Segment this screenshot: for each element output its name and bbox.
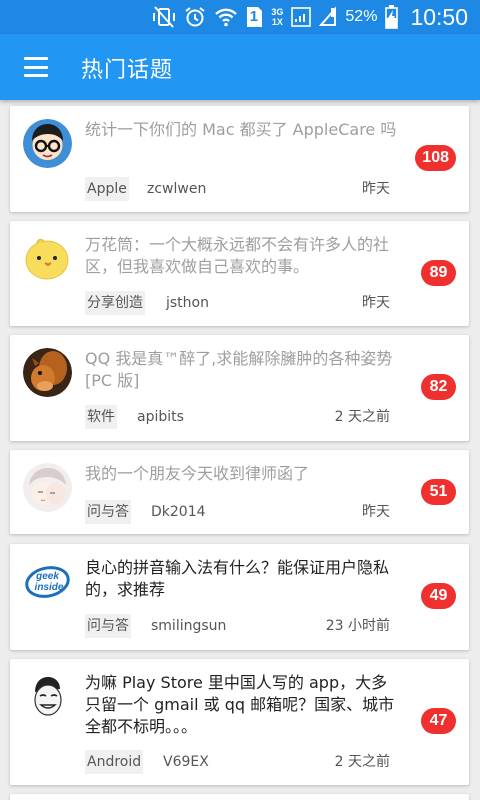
- topic-card[interactable]: geek inside 良心的拼音输入法有什么？能保证用户隐私的，求推荐 问与答 …: [10, 544, 469, 650]
- signal-icon: [291, 6, 312, 28]
- topic-meta: 问与答 Dk2014 昨天: [85, 500, 390, 524]
- topic-title[interactable]: QQ 我是真™醉了,求能解除臃肿的各种姿势[PC 版]: [85, 348, 403, 392]
- yellow-chick-avatar[interactable]: [23, 234, 72, 283]
- author-name[interactable]: Dk2014: [151, 500, 206, 524]
- topic-card[interactable]: [10, 794, 469, 800]
- status-icons: 1 3G 1X 52% 10:50: [152, 3, 468, 31]
- topic-meta: 分享创造 jsthon 昨天: [85, 291, 390, 315]
- topic-card[interactable]: QQ 我是真™醉了,求能解除臃肿的各种姿势[PC 版] 软件 apibits 2…: [10, 335, 469, 441]
- reply-count-badge: 108: [415, 145, 456, 171]
- post-time: 昨天: [362, 295, 390, 311]
- status-time: 10:50: [410, 3, 468, 30]
- reply-count-badge: 89: [421, 260, 456, 286]
- wifi-icon: [214, 6, 238, 28]
- network-type-bottom: 1X: [271, 17, 283, 27]
- reply-count-badge: 47: [421, 708, 456, 734]
- squirrel-avatar[interactable]: [23, 348, 72, 397]
- page-title: 热门话题: [81, 58, 174, 83]
- glasses-avatar[interactable]: [23, 119, 72, 168]
- svg-text:inside: inside: [35, 582, 64, 593]
- reply-count-badge: 49: [421, 583, 456, 609]
- topic-meta: Android V69EX 2 天之前: [85, 750, 390, 774]
- status-bar: 1 3G 1X 52% 10:50: [0, 0, 480, 34]
- sim-icon: 1: [246, 6, 263, 28]
- topic-card[interactable]: 统计一下你们的 Mac 都买了 AppleCare 吗 Apple zcwlwe…: [10, 106, 469, 212]
- hamburger-menu-icon[interactable]: [22, 55, 50, 79]
- topic-title[interactable]: 统计一下你们的 Mac 都买了 AppleCare 吗: [85, 119, 403, 141]
- battery-charging-icon: [385, 5, 399, 29]
- sim-slot-number: 1: [249, 8, 259, 25]
- topic-card[interactable]: 我的一个朋友今天收到律师函了 问与答 Dk2014 昨天 51: [10, 450, 469, 534]
- post-time: 23 小时前: [325, 618, 390, 634]
- anime-avatar[interactable]: [23, 463, 72, 512]
- topic-title[interactable]: 我的一个朋友今天收到律师函了: [85, 463, 403, 485]
- network-type-top: 3G: [271, 7, 284, 17]
- battery-percent: 52%: [345, 8, 378, 25]
- post-time: 2 天之前: [334, 754, 390, 770]
- topic-title[interactable]: 为嘛 Play Store 里中国人写的 app，大多只留一个 gmail 或 …: [85, 672, 403, 738]
- topic-card[interactable]: 为嘛 Play Store 里中国人写的 app，大多只留一个 gmail 或 …: [10, 659, 469, 785]
- author-name[interactable]: zcwlwen: [147, 177, 206, 201]
- post-time: 2 天之前: [334, 409, 390, 425]
- topic-meta: Apple zcwlwen 昨天: [85, 177, 390, 201]
- node-tag[interactable]: 软件: [85, 405, 117, 429]
- topic-card[interactable]: 万花筒：一个大概永远都不会有许多人的社区，但我喜欢做自己喜欢的事。 分享创造 j…: [10, 221, 469, 326]
- author-name[interactable]: apibits: [137, 405, 184, 429]
- node-tag[interactable]: Android: [85, 750, 144, 774]
- reply-count-badge: 82: [421, 374, 456, 400]
- topic-meta: 问与答 smilingsun 23 小时前: [85, 614, 390, 638]
- node-tag[interactable]: 分享创造: [85, 291, 145, 315]
- author-name[interactable]: V69EX: [163, 750, 209, 774]
- author-name[interactable]: jsthon: [166, 291, 209, 315]
- sketch-face-avatar[interactable]: [23, 672, 72, 721]
- app-bar: 热门话题: [0, 34, 480, 100]
- network-type: 3G 1X: [271, 7, 283, 27]
- node-tag[interactable]: Apple: [85, 177, 129, 201]
- svg-text:geek: geek: [35, 571, 59, 582]
- topic-title[interactable]: 良心的拼音输入法有什么？能保证用户隐私的，求推荐: [85, 557, 403, 601]
- topic-title[interactable]: 万花筒：一个大概永远都不会有许多人的社区，但我喜欢做自己喜欢的事。: [85, 234, 403, 278]
- roaming-signal-icon: [319, 6, 337, 28]
- geek-inside-avatar[interactable]: geek inside: [23, 557, 72, 606]
- topic-meta: 软件 apibits 2 天之前: [85, 405, 390, 429]
- reply-count-badge: 51: [421, 479, 456, 505]
- alarm-icon: [184, 6, 206, 28]
- node-tag[interactable]: 问与答: [85, 500, 131, 524]
- author-name[interactable]: smilingsun: [151, 614, 226, 638]
- topic-list[interactable]: 统计一下你们的 Mac 都买了 AppleCare 吗 Apple zcwlwe…: [0, 100, 480, 800]
- post-time: 昨天: [362, 181, 390, 197]
- post-time: 昨天: [362, 504, 390, 520]
- vibrate-off-icon: [152, 6, 176, 28]
- node-tag[interactable]: 问与答: [85, 614, 131, 638]
